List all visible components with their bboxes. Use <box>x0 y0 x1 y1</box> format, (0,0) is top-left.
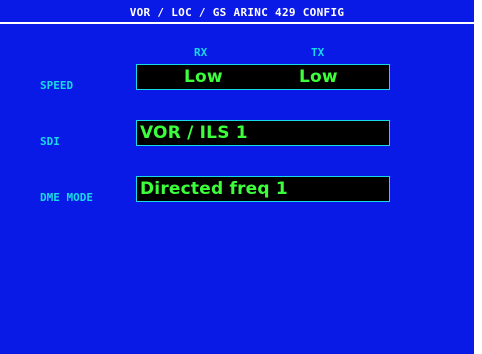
dme-mode-label: DME MODE <box>40 191 93 204</box>
title-divider <box>0 22 474 24</box>
speed-tx-value[interactable]: Low <box>299 67 338 87</box>
page-title: VOR / LOC / GS ARINC 429 CONFIG <box>129 6 345 19</box>
speed-rx-value[interactable]: Low <box>184 67 223 87</box>
sdi-value[interactable]: VOR / ILS 1 <box>140 123 248 143</box>
sdi-label: SDI <box>40 135 60 148</box>
config-page: VOR / LOC / GS ARINC 429 CONFIG RX TX SP… <box>0 0 474 354</box>
dme-mode-field[interactable]: Directed freq 1 <box>136 176 390 202</box>
dme-mode-value[interactable]: Directed freq 1 <box>140 179 288 199</box>
screen-edge <box>474 0 482 354</box>
rx-column-header: RX <box>194 46 208 59</box>
sdi-field[interactable]: VOR / ILS 1 <box>136 120 390 146</box>
tx-column-header: TX <box>311 46 325 59</box>
speed-label: SPEED <box>40 79 74 92</box>
speed-field[interactable]: Low Low <box>136 64 390 90</box>
